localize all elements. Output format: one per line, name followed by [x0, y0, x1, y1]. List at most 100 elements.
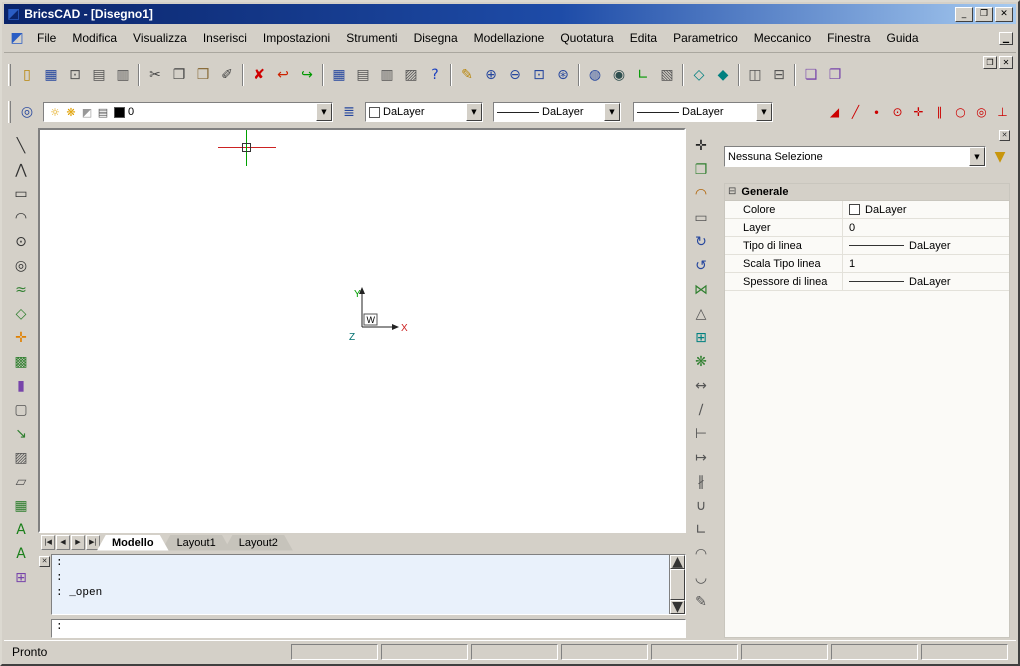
redraw-icon[interactable]: ◍ — [583, 63, 607, 87]
redo-icon[interactable]: ↪ — [295, 63, 319, 87]
fillet-icon[interactable]: ◠ — [689, 542, 713, 566]
tab-modello[interactable]: Modello — [97, 535, 169, 551]
layer-combo[interactable]: ☼❋◩▤ 0 ▼ — [43, 102, 333, 122]
point-icon[interactable]: ✛ — [9, 326, 33, 350]
collapse-group-icon[interactable]: ⊟ — [728, 187, 736, 197]
save-icon[interactable]: ▦ — [39, 63, 63, 87]
snap-marker-icon[interactable]: ◢ — [824, 100, 845, 124]
menu-inserisci[interactable]: Inserisci — [195, 28, 255, 48]
cut-icon[interactable]: ✂ — [143, 63, 167, 87]
mdi-minimize-button[interactable]: ▁ — [999, 32, 1013, 45]
menu-strumenti[interactable]: Strumenti — [338, 28, 405, 48]
layer-explorer-icon[interactable]: ◎ — [15, 100, 39, 124]
look-from-icon[interactable]: ◇ — [687, 63, 711, 87]
title-bar[interactable]: ◩ BricsCAD - [Disegno1] _ ❐ ✕ — [4, 4, 1016, 24]
insert-block-icon[interactable]: ⊞ — [9, 566, 33, 590]
menu-visualizza[interactable]: Visualizza — [125, 28, 195, 48]
lengthen-icon[interactable]: ↦ — [689, 446, 713, 470]
print-icon[interactable]: ▤ — [87, 63, 111, 87]
structure-panel-icon[interactable]: ▤ — [351, 63, 375, 87]
dropdown-arrow-icon[interactable]: ▼ — [316, 103, 332, 121]
menu-quotatura[interactable]: Quotatura — [552, 28, 621, 48]
chamfer-icon[interactable]: ∟ — [689, 518, 713, 542]
restore-button[interactable]: ❐ — [975, 7, 993, 22]
menu-file[interactable]: File — [29, 28, 64, 48]
tab-layout1[interactable]: Layout1 — [162, 535, 231, 551]
circle-icon[interactable]: ⊙ — [9, 230, 33, 254]
menu-disegna[interactable]: Disegna — [406, 28, 466, 48]
drawing-file-icon[interactable]: ◩ — [7, 28, 27, 48]
scroll-up-icon[interactable]: ▲ — [670, 555, 685, 569]
property-row[interactable]: Layer0 — [725, 219, 1009, 237]
property-row[interactable]: Tipo di lineaDaLayer — [725, 237, 1009, 255]
region-icon[interactable]: ▩ — [9, 350, 33, 374]
drawing-explorer-icon[interactable]: ▦ — [327, 63, 351, 87]
snap-quadrant-icon[interactable]: ◎ — [971, 100, 992, 124]
menu-parametrico[interactable]: Parametrico — [665, 28, 746, 48]
rotate-3d-icon[interactable]: ↺ — [689, 254, 713, 278]
dropdown-arrow-icon[interactable]: ▼ — [604, 103, 620, 121]
undo-icon[interactable]: ↩ — [271, 63, 295, 87]
property-row[interactable]: Scala Tipo linea1 — [725, 255, 1009, 273]
polar-array-icon[interactable]: ❋ — [689, 350, 713, 374]
hatch-icon[interactable]: ▨ — [9, 446, 33, 470]
color-combo[interactable]: DaLayer ▼ — [365, 102, 483, 122]
mdi-restore-button[interactable]: ❐ — [983, 56, 997, 69]
help-icon[interactable]: ? — [423, 63, 447, 87]
mirror-3d-icon[interactable]: △ — [689, 302, 713, 326]
mdi-close-button[interactable]: ✕ — [999, 56, 1013, 69]
property-value[interactable]: 1 — [843, 255, 1009, 272]
group-icon[interactable]: ❏ — [799, 63, 823, 87]
spline-icon[interactable]: ≈ — [9, 278, 33, 302]
layer-thaw-icon[interactable]: ❋ — [63, 104, 79, 120]
zoom-out-icon[interactable]: ⊖ — [503, 63, 527, 87]
snap-parallel-icon[interactable]: ∥ — [929, 100, 950, 124]
close-button[interactable]: ✕ — [995, 7, 1013, 22]
dropdown-arrow-icon[interactable]: ▼ — [466, 103, 482, 121]
rotate-icon[interactable]: ↻ — [689, 230, 713, 254]
snap-endpoint-icon[interactable]: ╱ — [845, 100, 866, 124]
drawing-canvas[interactable]: Y X Z W — [38, 128, 686, 533]
menu-modifica[interactable]: Modifica — [64, 28, 125, 48]
console-scrollbar[interactable]: ▲ ▼ — [669, 555, 685, 614]
boundary-icon[interactable]: ▢ — [9, 398, 33, 422]
sketch-icon[interactable]: ✎ — [455, 63, 479, 87]
toolbar-grip[interactable] — [8, 64, 11, 86]
polyline-icon[interactable]: ⋀ — [9, 158, 33, 182]
table-icon[interactable]: ▦ — [9, 494, 33, 518]
menu-finestra[interactable]: Finestra — [819, 28, 878, 48]
print-preview-icon[interactable]: ⊡ — [63, 63, 87, 87]
arc-icon[interactable]: ◠ — [9, 206, 33, 230]
rectangle-icon[interactable]: ▭ — [9, 182, 33, 206]
dropdown-arrow-icon[interactable]: ▼ — [756, 103, 772, 121]
zoom-in-icon[interactable]: ⊕ — [479, 63, 503, 87]
linetype-combo[interactable]: DaLayer ▼ — [493, 102, 621, 122]
ucs-axes-icon[interactable]: ∟ — [631, 63, 655, 87]
plot-icon[interactable]: ▥ — [111, 63, 135, 87]
command-history[interactable]: ::: _open ▲ ▼ — [51, 554, 686, 615]
trim-icon[interactable]: ∕ — [689, 398, 713, 422]
mirror-icon[interactable]: ⋈ — [689, 278, 713, 302]
selection-combo[interactable]: Nessuna Selezione ▼ — [724, 146, 986, 167]
command-input[interactable]: : — [51, 619, 686, 638]
donut-icon[interactable]: ◎ — [9, 254, 33, 278]
copy-entities-icon[interactable]: ❐ — [689, 158, 713, 182]
snap-tangent-icon[interactable]: ○ — [950, 100, 971, 124]
property-value[interactable]: DaLayer — [843, 237, 1009, 254]
snap-midpoint-icon[interactable]: ∙ — [866, 100, 887, 124]
named-views-icon[interactable]: ▧ — [655, 63, 679, 87]
polygon-icon[interactable]: ◇ — [9, 302, 33, 326]
viewports-horizontal-icon[interactable]: ⊟ — [767, 63, 791, 87]
dropdown-arrow-icon[interactable]: ▼ — [969, 147, 985, 166]
render-icon[interactable]: ◆ — [711, 63, 735, 87]
command-panel-grip[interactable]: ✕ — [38, 554, 51, 638]
explode-icon[interactable]: ✎ — [689, 590, 713, 614]
property-value[interactable]: DaLayer — [843, 201, 1009, 218]
menu-meccanico[interactable]: Meccanico — [746, 28, 819, 48]
solid-icon[interactable]: ▮ — [9, 374, 33, 398]
layer-on-icon[interactable]: ☼ — [47, 104, 63, 120]
menu-guida[interactable]: Guida — [878, 28, 926, 48]
viewports-vertical-icon[interactable]: ◫ — [743, 63, 767, 87]
erase-icon[interactable]: ✘ — [247, 63, 271, 87]
offset-icon[interactable]: ◠ — [689, 182, 713, 206]
